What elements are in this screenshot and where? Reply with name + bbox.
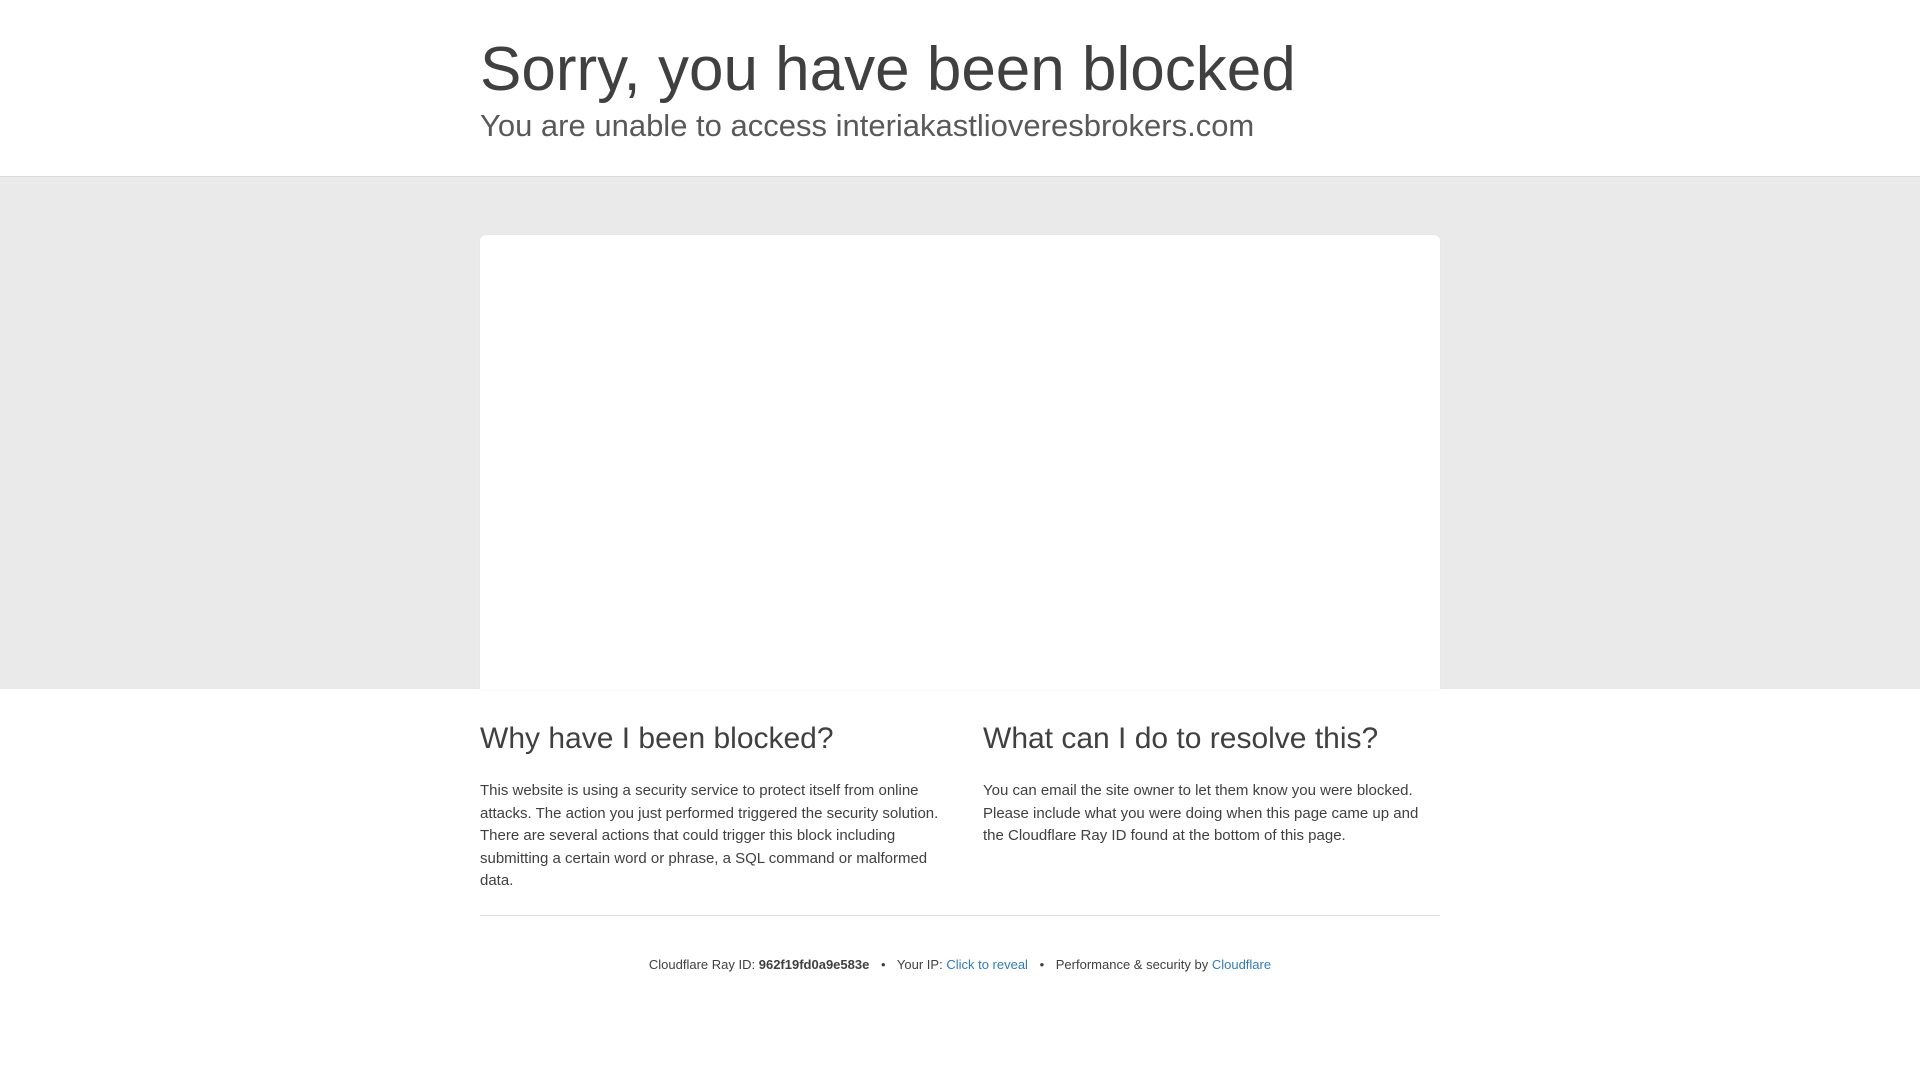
ray-id-value: 962f19fd0a9e583e	[758, 957, 870, 972]
ray-id-label: Cloudflare Ray ID:	[648, 957, 756, 972]
screenshot-placeholder	[480, 235, 1440, 690]
why-blocked-heading: Why have I been blocked?	[480, 722, 834, 755]
footer-separator: •	[880, 957, 886, 972]
why-blocked-text: This website is using a security service…	[480, 782, 939, 890]
page-subtitle: You are unable to access interiakastliov…	[480, 108, 1255, 143]
performance-label: Performance & security by	[1055, 957, 1209, 972]
page-header: Sorry, you have been blocked You are una…	[0, 0, 1920, 177]
page-title: Sorry, you have been blocked	[480, 35, 1296, 104]
footer-separator: •	[1039, 957, 1045, 972]
resolve-text: You can email the site owner to let them…	[983, 782, 1419, 845]
footer: Cloudflare Ray ID: 962f19fd0a9e583e • Yo…	[0, 955, 1920, 975]
resolve-heading: What can I do to resolve this?	[983, 722, 1379, 755]
resolve-section: What can I do to resolve this? You can e…	[983, 715, 1443, 848]
why-blocked-section: Why have I been blocked? This website is…	[480, 715, 940, 893]
footer-divider	[480, 915, 1440, 916]
reveal-ip-link[interactable]: Click to reveal	[946, 957, 1028, 972]
cloudflare-link[interactable]: Cloudflare	[1212, 957, 1271, 972]
ip-label: Your IP:	[896, 957, 943, 972]
